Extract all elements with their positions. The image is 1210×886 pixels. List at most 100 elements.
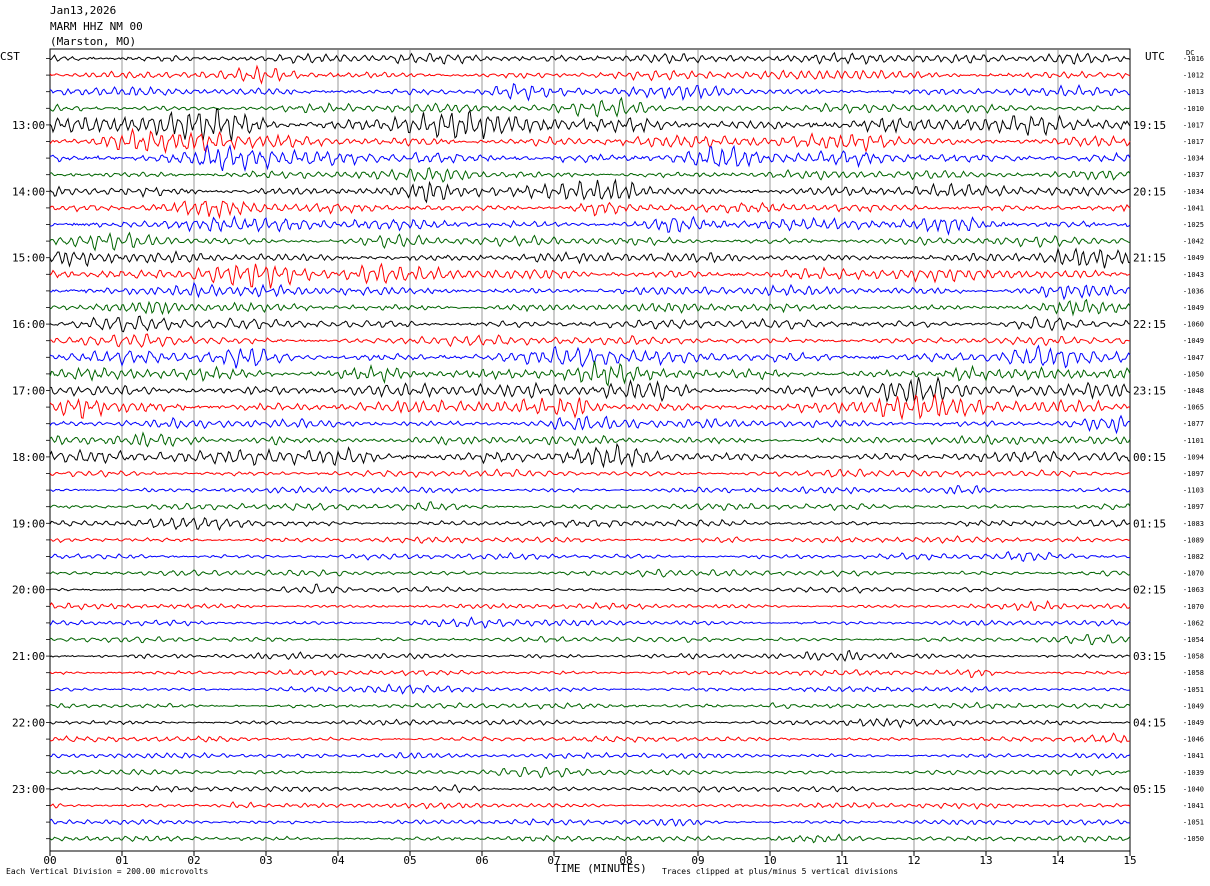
dc-offset-label: -1051 <box>1183 819 1204 827</box>
dc-offset-label: -1060 <box>1183 321 1204 329</box>
dc-offset-label: -1077 <box>1183 420 1204 428</box>
dc-offset-label: -1070 <box>1183 570 1204 578</box>
dc-offset-label: -1047 <box>1183 354 1204 362</box>
trace-line <box>49 231 1131 252</box>
trace-line <box>49 717 1131 729</box>
dc-offset-label: -1049 <box>1183 254 1204 262</box>
dc-offset-label: -1049 <box>1183 719 1204 727</box>
dc-offset-label: -1041 <box>1183 802 1204 810</box>
right-hour-label: 19:15 <box>1133 119 1166 132</box>
x-tick-label: 05 <box>403 854 416 867</box>
dc-offset-label: -1034 <box>1183 155 1204 163</box>
dc-offset-label: -1083 <box>1183 520 1204 528</box>
trace-line <box>49 599 1131 612</box>
scale-note: Each Vertical Division = 200.00 microvol… <box>6 867 209 876</box>
trace-line <box>49 783 1131 794</box>
trace-line <box>49 468 1131 479</box>
trace-line <box>49 315 1131 333</box>
dc-offset-label: -1036 <box>1183 287 1204 295</box>
trace-line <box>49 167 1131 183</box>
dc-offset-label: -1082 <box>1183 553 1204 561</box>
trace-line <box>49 414 1131 435</box>
trace-line <box>49 333 1130 348</box>
x-tick-label: 06 <box>475 854 488 867</box>
x-tick-label: 09 <box>691 854 704 867</box>
right-hour-label: 23:15 <box>1133 385 1166 398</box>
plot-frame <box>49 48 1131 852</box>
x-tick-label: 12 <box>907 854 920 867</box>
dc-offset-label: -1094 <box>1183 453 1204 461</box>
right-hour-label: 03:15 <box>1133 650 1166 663</box>
x-tick-label: 14 <box>1051 854 1065 867</box>
dc-offset-label: -1016 <box>1183 55 1204 63</box>
trace-line <box>49 64 1131 85</box>
left-hour-label: 15:00 <box>12 252 45 265</box>
right-hour-label: 01:15 <box>1133 517 1166 530</box>
dc-offset-label: -1046 <box>1183 736 1204 744</box>
dc-offset-label: -1049 <box>1183 702 1204 710</box>
trace-line <box>49 82 1131 102</box>
trace-line <box>49 96 1131 118</box>
trace-line <box>49 732 1131 744</box>
right-hour-label: 21:15 <box>1133 252 1166 265</box>
trace-line <box>49 442 1131 469</box>
clip-note: Traces clipped at plus/minus 5 vertical … <box>662 867 899 876</box>
trace-line <box>49 833 1131 844</box>
x-tick-label: 13 <box>979 854 992 867</box>
dc-offset-label: -1043 <box>1183 271 1204 279</box>
dc-offset-label: -1065 <box>1183 404 1204 412</box>
left-hour-label: 19:00 <box>12 517 45 530</box>
dc-offset-label: -1063 <box>1183 586 1204 594</box>
dc-offset-label: -1058 <box>1183 653 1204 661</box>
dc-offset-label: -1101 <box>1183 437 1204 445</box>
trace-line <box>49 200 1131 220</box>
left-hour-label: 13:00 <box>12 119 45 132</box>
dc-offset-label: -1037 <box>1183 171 1204 179</box>
trace-line <box>49 801 1131 810</box>
x-tick-label: 00 <box>43 854 56 867</box>
left-hour-label: 16:00 <box>12 318 45 331</box>
right-hour-label: 04:15 <box>1133 717 1166 730</box>
left-hour-label: 21:00 <box>12 650 45 663</box>
dc-offset-label: -1041 <box>1183 204 1204 212</box>
dc-offset-label: -1013 <box>1183 88 1204 96</box>
left-hour-label: 14:00 <box>12 185 45 198</box>
dc-offset-label: -1050 <box>1183 370 1204 378</box>
trace-line <box>49 616 1131 629</box>
dc-offset-label: -1017 <box>1183 121 1204 129</box>
right-hour-label: 20:15 <box>1133 185 1166 198</box>
left-hour-label: 22:00 <box>12 717 45 730</box>
trace-line <box>49 517 1131 532</box>
dc-offset-label: -1062 <box>1183 619 1204 627</box>
dc-offset-label: -1097 <box>1183 470 1204 478</box>
right-hour-label: 00:15 <box>1133 451 1166 464</box>
dc-offset-label: -1010 <box>1183 105 1204 113</box>
dc-offset-label: -1025 <box>1183 221 1204 229</box>
trace-line <box>49 298 1131 317</box>
trace-line <box>49 178 1131 204</box>
dc-offset-label: -1103 <box>1183 487 1204 495</box>
trace-line <box>49 360 1131 387</box>
dc-offset-label: -1097 <box>1183 503 1204 511</box>
trace-line <box>49 683 1131 695</box>
trace-line <box>49 649 1131 662</box>
dc-offset-label: -1042 <box>1183 238 1204 246</box>
trace-line <box>49 766 1131 779</box>
dc-offset-label: -1012 <box>1183 72 1204 80</box>
x-tick-label: 03 <box>259 854 272 867</box>
trace-line <box>49 375 1131 403</box>
dc-offset-label: -1034 <box>1183 188 1204 196</box>
dc-offset-label: -1070 <box>1183 603 1204 611</box>
trace-line <box>49 127 1131 155</box>
trace-line <box>49 431 1131 448</box>
trace-line <box>49 668 1131 679</box>
trace-line <box>49 484 1131 495</box>
right-hour-label: 22:15 <box>1133 318 1166 331</box>
left-hour-label: 20:00 <box>12 584 45 597</box>
trace-line <box>49 392 1131 421</box>
trace-line <box>49 108 1131 141</box>
dc-offset-label: -1049 <box>1183 337 1204 345</box>
trace-line <box>49 701 1131 710</box>
right-hour-label: 02:15 <box>1133 584 1166 597</box>
x-tick-label: 15 <box>1123 854 1136 867</box>
